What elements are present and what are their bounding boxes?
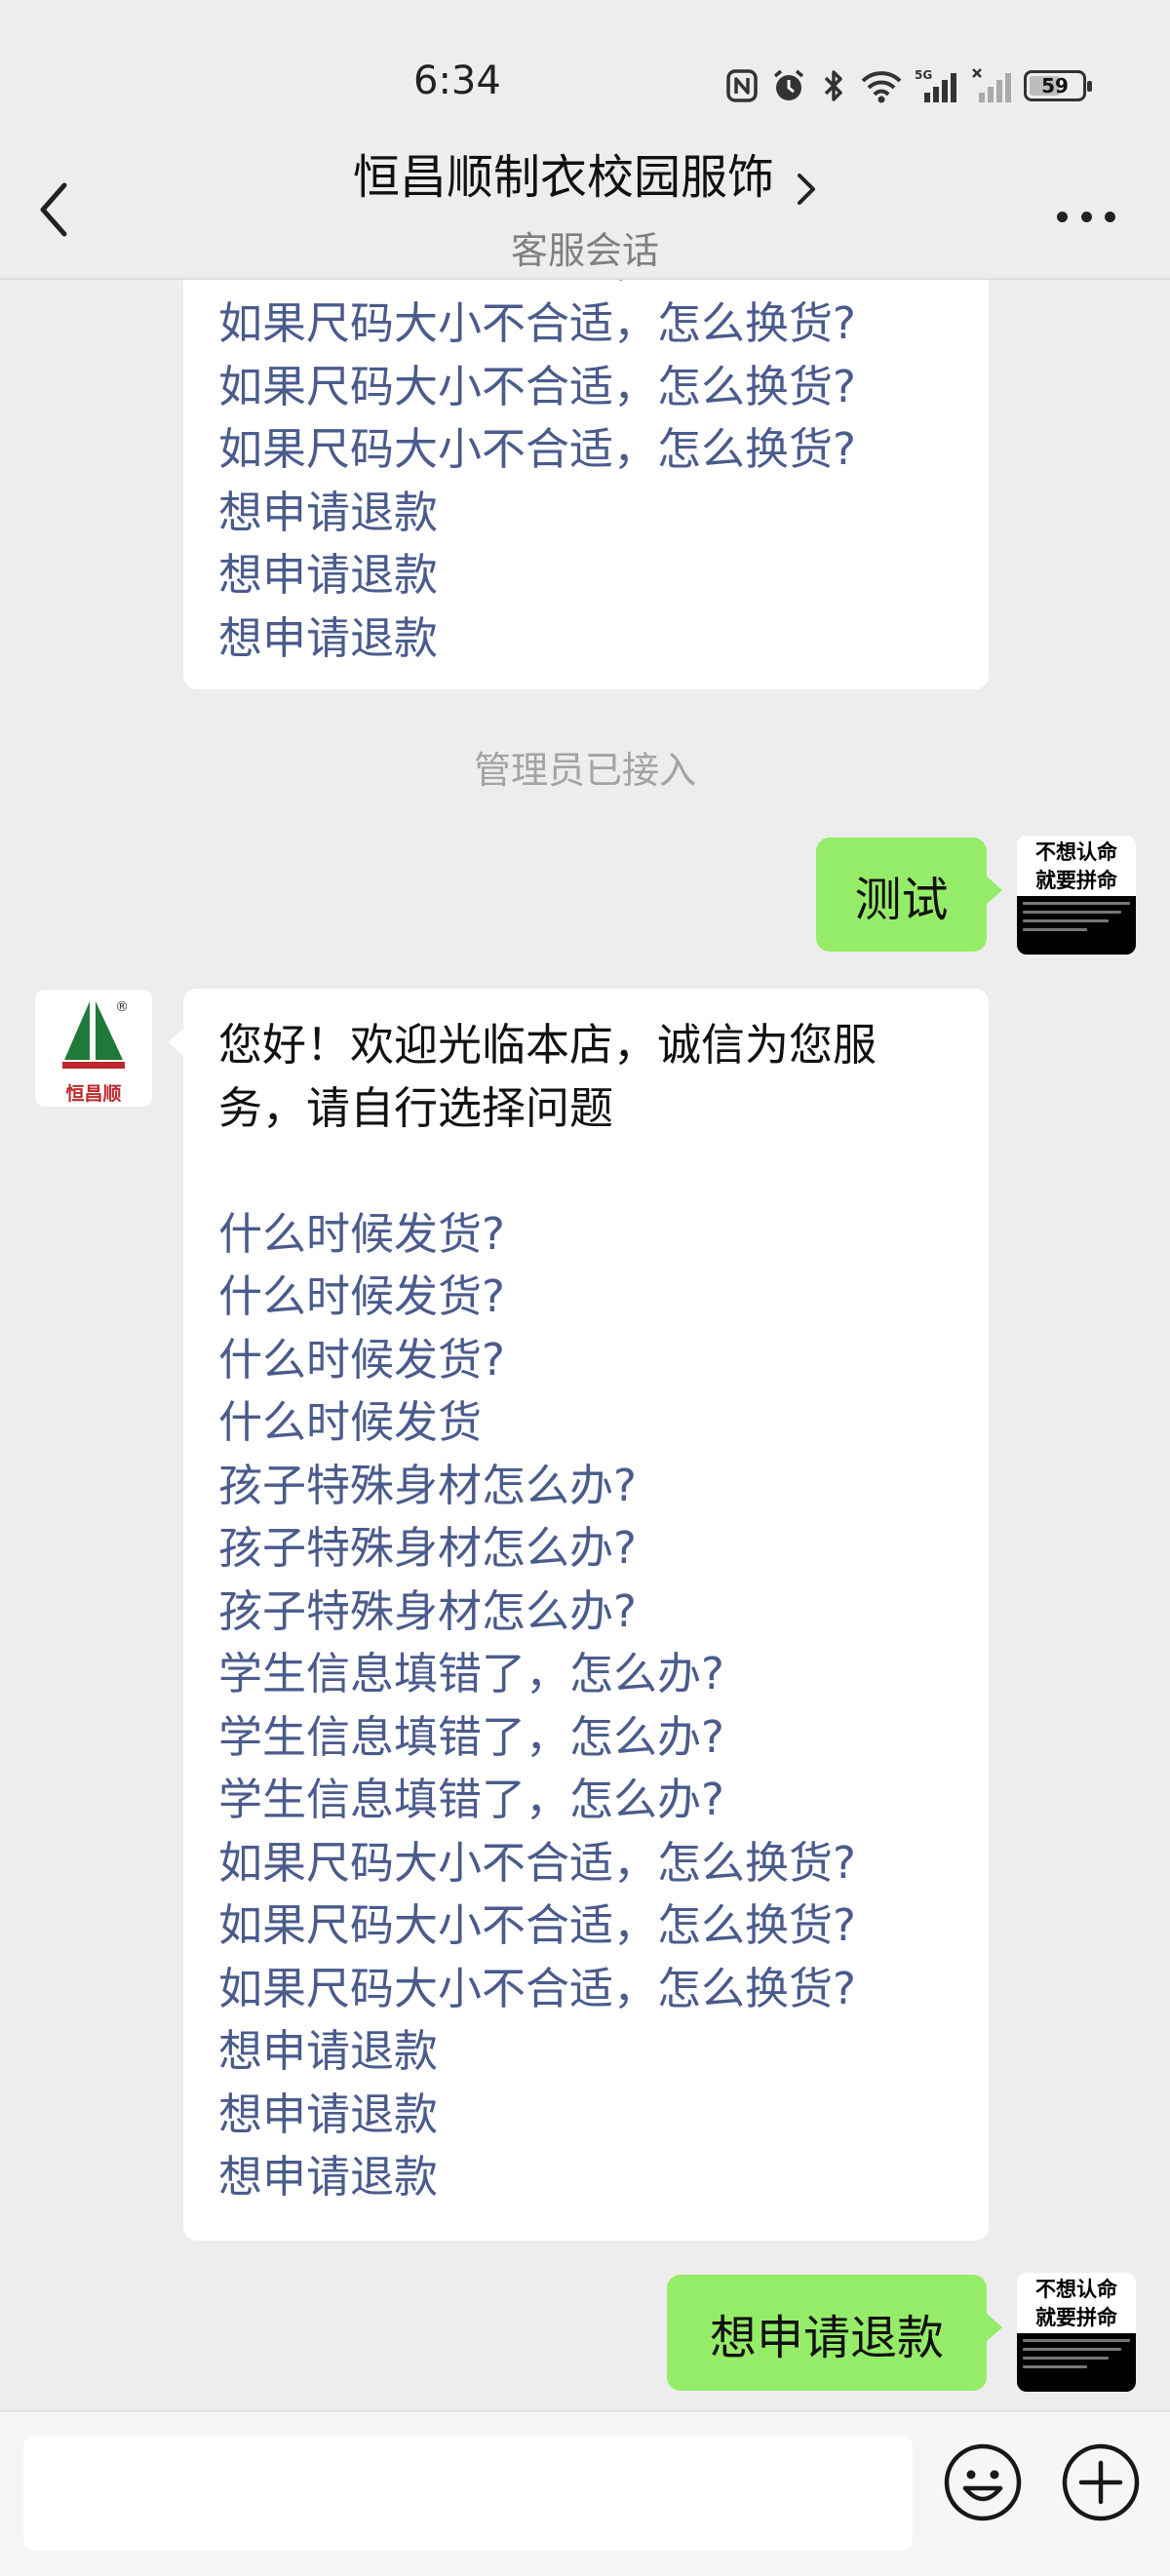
- quick-question-link[interactable]: 学生信息填错了，怎么办?: [218, 1769, 954, 1832]
- shop-title[interactable]: 恒昌顺制衣校园服饰: [353, 150, 774, 205]
- shop-message-bubble: 您好！欢迎光临本店，诚信为您服务，请自行选择问题 什么时候发货? 什么时候发货? 什…: [168, 989, 989, 2241]
- input-bar: [0, 2410, 1170, 2576]
- avatar-caption: 不想认命 就要拼命: [1017, 836, 1136, 896]
- user-message-bubble[interactable]: 测试: [816, 838, 1002, 952]
- quick-question-list: 什么时候发货? 什么时候发货? 什么时候发货? 什么时候发货 孩子特殊身材怎么办? 孩子特…: [218, 1203, 954, 2209]
- more-icon-dot: [1080, 211, 1092, 222]
- emoji-button[interactable]: [942, 2441, 1024, 2523]
- user-avatar[interactable]: 不想认命 就要拼命: [1017, 2273, 1136, 2392]
- quick-question-link[interactable]: 什么时候发货?: [218, 1266, 954, 1329]
- quick-question-link[interactable]: 想申请退款: [218, 544, 856, 607]
- quick-question-link[interactable]: 学生信息填错了，怎么办?: [218, 1706, 954, 1770]
- quick-question-link[interactable]: 孩子特殊身材怎么办?: [218, 1581, 954, 1644]
- nfc-icon: [726, 69, 758, 102]
- chat-area[interactable]: 如果尺码大小不合适，怎么换货? 如果尺码大小不合适，怎么换货? 如果尺码大小不合适，…: [0, 280, 1170, 2410]
- status-icons: 5G 59: [725, 66, 1092, 105]
- more-button[interactable]: [1057, 205, 1115, 228]
- shop-message-bubble-partial: 如果尺码大小不合适，怎么换货? 如果尺码大小不合适，怎么换货? 如果尺码大小不合适，…: [183, 280, 989, 689]
- user-message-bubble[interactable]: 想申请退款: [667, 2275, 1002, 2391]
- quick-question-link[interactable]: 如果尺码大小不合适，怎么换货?: [218, 1894, 954, 1958]
- shop-avatar[interactable]: ® 恒昌顺: [35, 990, 152, 1107]
- quick-question-link[interactable]: 想申请退款: [218, 2084, 954, 2147]
- alarm-icon: [773, 69, 804, 100]
- battery-percent: 59: [1041, 74, 1069, 98]
- quick-question-link[interactable]: 孩子特殊身材怎么办?: [218, 1455, 954, 1518]
- quick-question-link[interactable]: 如果尺码大小不合适，怎么换货?: [218, 280, 856, 293]
- status-time: 6:34: [413, 59, 501, 103]
- signal-weak-icon: [972, 68, 1011, 102]
- nav-subtitle: 客服会话: [510, 229, 659, 272]
- chevron-right-icon[interactable]: [796, 170, 817, 209]
- quick-question-link[interactable]: 如果尺码大小不合适，怎么换货?: [218, 293, 856, 356]
- system-notice: 管理员已接入: [473, 749, 696, 792]
- welcome-text: 您好！欢迎光临本店，诚信为您服务，请自行选择问题: [218, 1019, 878, 1134]
- message-input[interactable]: [23, 2436, 913, 2551]
- avatar-dark-panel: [1017, 2333, 1136, 2392]
- shop-logo-text: 恒昌顺: [65, 1083, 122, 1105]
- wifi-icon: [861, 71, 902, 103]
- quick-question-link[interactable]: 想申请退款: [218, 2020, 954, 2084]
- quick-question-link[interactable]: 如果尺码大小不合适，怎么换货?: [218, 1832, 954, 1895]
- quick-question-link[interactable]: 想申请退款: [218, 607, 856, 671]
- battery-icon: 59: [1024, 70, 1092, 101]
- registered-mark: ®: [115, 999, 129, 1015]
- nav-title[interactable]: 恒昌顺制衣校园服饰: [0, 138, 1170, 209]
- more-functions-button[interactable]: [1060, 2441, 1142, 2523]
- user-message-text: 想申请退款: [709, 2310, 944, 2365]
- emoji-icon: [944, 2443, 1022, 2521]
- quick-question-link[interactable]: 想申请退款: [218, 482, 856, 545]
- quick-question-link[interactable]: 孩子特殊身材怎么办?: [218, 1517, 954, 1581]
- avatar-caption-line: 不想认命: [1035, 839, 1117, 864]
- avatar-caption-line: 就要拼命: [1035, 868, 1117, 892]
- avatar-dark-panel: [1017, 896, 1136, 955]
- user-avatar[interactable]: 不想认命 就要拼命: [1017, 836, 1136, 955]
- avatar-caption-line: 不想认命: [1035, 2277, 1117, 2301]
- bluetooth-icon: [824, 70, 842, 101]
- nav-bar: 恒昌顺制衣校园服饰 客服会话: [0, 127, 1170, 280]
- svg-text:5G: 5G: [915, 68, 932, 82]
- avatar-caption-line: 就要拼命: [1035, 2305, 1117, 2329]
- status-bar: 6:34 5G 59: [0, 0, 1170, 127]
- quick-question-link[interactable]: 什么时候发货?: [218, 1329, 954, 1392]
- quick-question-link[interactable]: 想申请退款: [218, 2146, 954, 2209]
- quick-question-link[interactable]: 如果尺码大小不合适，怎么换货?: [218, 1958, 954, 2021]
- plus-icon: [1062, 2443, 1140, 2521]
- quick-question-list: 如果尺码大小不合适，怎么换货? 如果尺码大小不合适，怎么换货? 如果尺码大小不合适，…: [218, 280, 856, 670]
- quick-question-link[interactable]: 什么时候发货?: [218, 1203, 954, 1267]
- user-message-text: 测试: [854, 872, 949, 927]
- quick-question-link[interactable]: 学生信息填错了，怎么办?: [218, 1643, 954, 1706]
- quick-question-link[interactable]: 如果尺码大小不合适，怎么换货?: [218, 418, 856, 482]
- signal-5g-icon: 5G: [915, 68, 956, 102]
- avatar-caption: 不想认命 就要拼命: [1017, 2273, 1136, 2333]
- quick-question-link[interactable]: 什么时候发货: [218, 1391, 954, 1455]
- quick-question-link[interactable]: 如果尺码大小不合适，怎么换货?: [218, 356, 856, 419]
- more-icon: [1057, 211, 1068, 222]
- more-icon-dot: [1105, 211, 1115, 222]
